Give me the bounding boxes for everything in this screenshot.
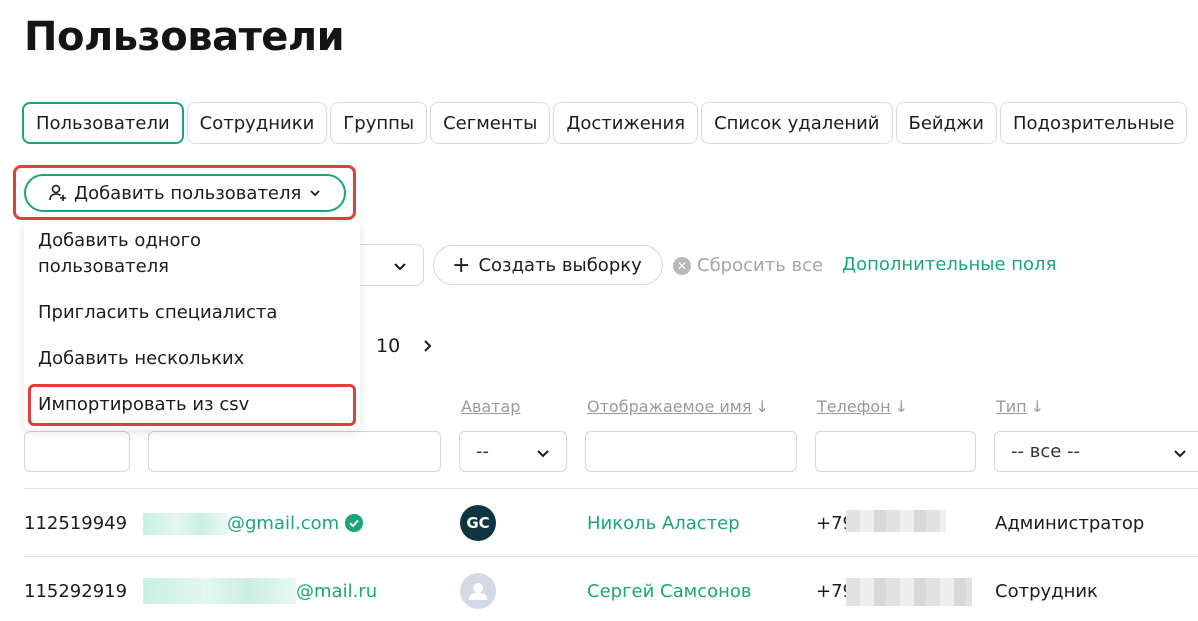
phone-redacted [846,510,946,532]
user-email[interactable]: @mail.ru [296,581,377,602]
reset-all-label: Сбросить все [697,255,824,276]
avatar-placeholder-icon [460,573,496,609]
chevron-down-icon [394,263,406,271]
user-id: 115292919 [24,581,128,602]
plus-icon: + [452,252,471,278]
sort-arrow-icon: ↓ [755,397,769,416]
chevron-down-icon [1174,450,1186,458]
page-number[interactable]: 10 [376,335,400,357]
close-circle-icon: ✕ [673,256,691,275]
row-divider [24,556,1198,557]
column-header-display-name[interactable]: Отображаемое имя ↓ [587,397,769,416]
reset-all-button[interactable]: ✕ Сбросить все [673,255,823,276]
menu-item-import-csv[interactable]: Импортировать из csv [38,392,249,418]
user-email[interactable]: @gmail.com [227,513,339,534]
extra-fields-link[interactable]: Дополнительные поля [842,254,1056,275]
menu-item-add-one[interactable]: Добавить одного пользователя [38,228,298,280]
user-display-name[interactable]: Сергей Самсонов [587,581,752,602]
email-redacted [143,578,296,604]
user-display-name[interactable]: Николь Аластер [587,513,740,534]
add-user-button[interactable]: Добавить пользователя [24,174,346,212]
tabs-bar: Пользователи Сотрудники Группы Сегменты … [22,102,1188,144]
add-user-highlight: Добавить пользователя [13,165,356,220]
user-silhouette-icon [469,583,487,600]
user-type: Администратор [995,513,1145,534]
avatar-filter-select[interactable]: -- [459,431,567,472]
verified-check-icon [345,514,363,532]
create-selection-label: Создать выборку [478,254,642,276]
chevron-right-icon[interactable] [422,339,434,353]
sort-arrow-icon: ↓ [894,397,909,416]
page-title: Пользователи [24,14,345,60]
create-selection-button[interactable]: + Создать выборку [433,245,663,285]
tab-segments[interactable]: Сегменты [430,102,551,144]
tab-deletion-list[interactable]: Список удалений [701,102,893,144]
tab-groups[interactable]: Группы [330,102,428,144]
chevron-down-icon [537,450,549,458]
add-user-menu: Добавить одного пользователя Пригласить … [24,222,360,430]
pagination: 10 [376,335,434,357]
column-header-type[interactable]: Тип ↓ [996,397,1044,416]
id-filter-input[interactable] [24,431,130,472]
email-redacted [143,513,227,535]
user-type: Сотрудник [995,581,1098,602]
phone-filter-input[interactable] [815,431,976,472]
tab-achievements[interactable]: Достижения [553,102,699,144]
add-user-label: Добавить пользователя [74,182,302,204]
user-plus-icon [49,184,66,201]
tab-suspicious[interactable]: Подозрительные [999,102,1188,144]
column-header-phone[interactable]: Телефон ↓ [817,397,908,416]
row-divider [24,488,1198,489]
sort-arrow-icon: ↓ [1030,397,1045,416]
phone-redacted [846,578,972,606]
menu-item-invite-specialist[interactable]: Пригласить специалиста [38,300,277,326]
chevron-down-icon [310,190,320,197]
tab-badges[interactable]: Бейджи [895,102,997,144]
email-filter-input[interactable] [148,431,441,472]
tab-users[interactable]: Пользователи [22,102,184,144]
menu-item-add-several[interactable]: Добавить нескольких [38,346,244,372]
tab-employees[interactable]: Сотрудники [186,102,328,144]
user-id: 112519949 [24,513,128,534]
avatar: GC [460,505,496,541]
display-name-filter-input[interactable] [585,431,797,472]
type-filter-select[interactable]: -- все -- [994,431,1198,472]
column-header-avatar[interactable]: Аватар [461,397,520,416]
